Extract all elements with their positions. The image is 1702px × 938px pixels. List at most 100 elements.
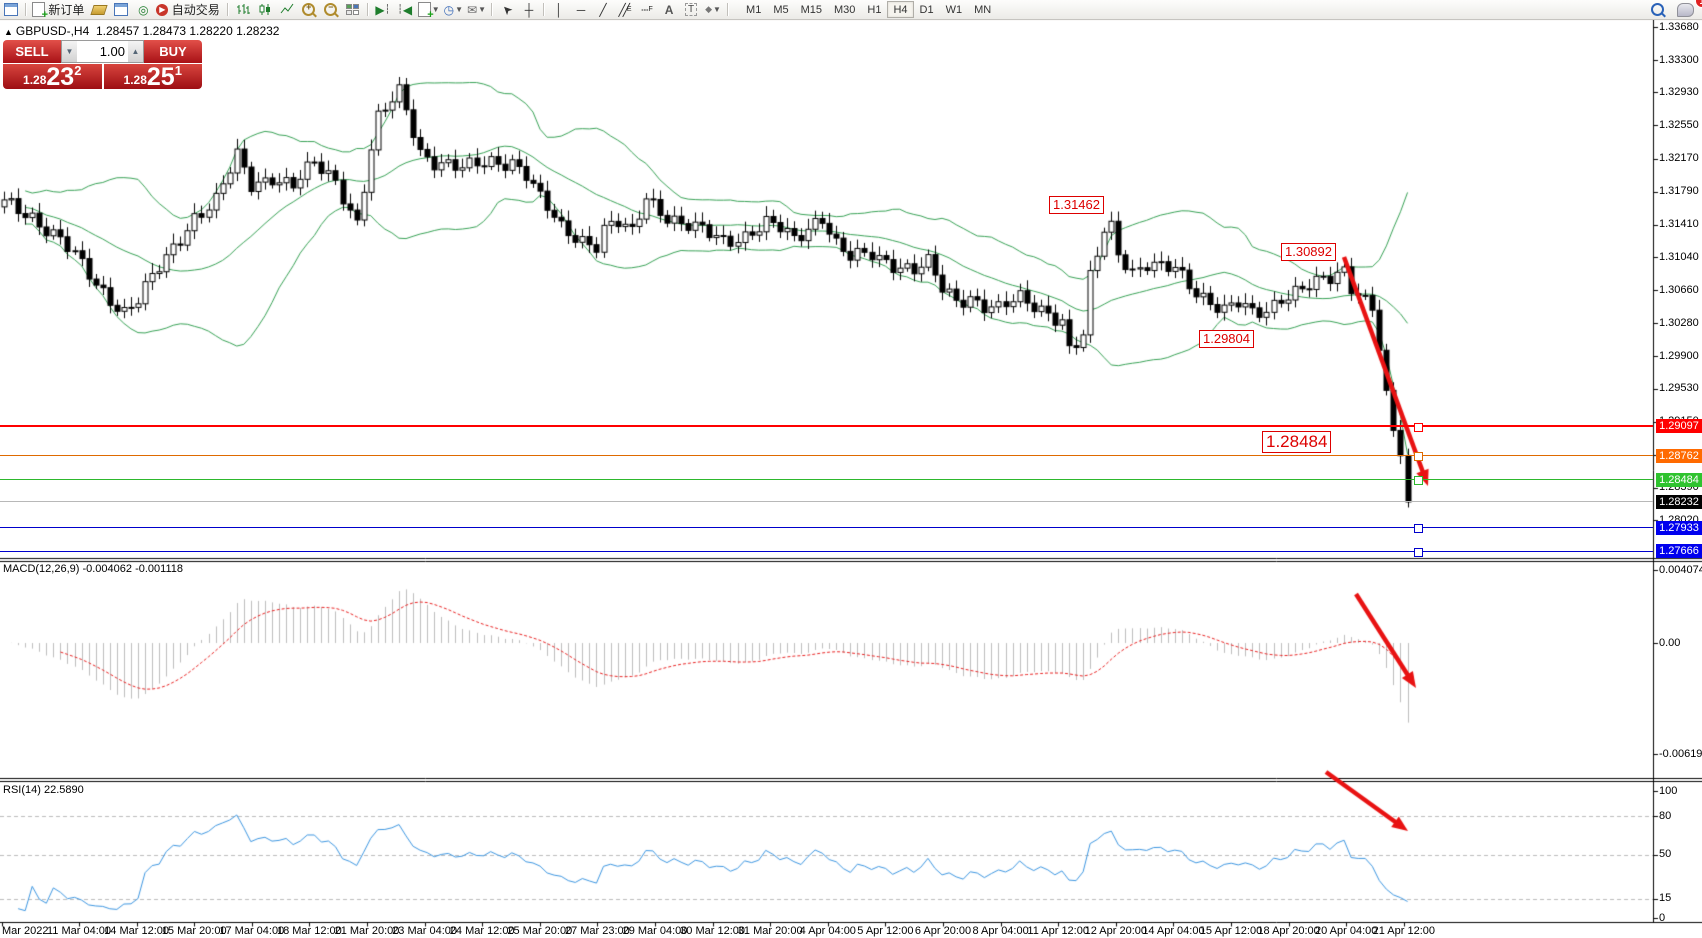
price-callout[interactable]: 1.29804 xyxy=(1199,330,1254,348)
price-tick-label: 1.31410 xyxy=(1659,218,1699,231)
time-tick-label: 12 Apr 20:00 xyxy=(1085,925,1147,937)
channel-tool-button[interactable]: ╱╱E xyxy=(614,1,636,18)
timeframe-m15[interactable]: M15 xyxy=(795,1,828,18)
periods-button[interactable]: ◷▼ xyxy=(442,1,465,18)
macd-axis-label: -0.00619 xyxy=(1659,748,1702,761)
notifications-button[interactable]: 1 xyxy=(1674,1,1696,18)
price-tick-label: 1.32170 xyxy=(1659,152,1699,165)
text-icon: A xyxy=(665,3,674,17)
price-line-1.27933[interactable] xyxy=(0,527,1653,528)
signals-button[interactable]: ◎ xyxy=(132,1,154,18)
chat-bubble-icon xyxy=(1677,3,1694,17)
auto-scroll-button[interactable]: ▶┆ xyxy=(372,1,394,18)
time-tick-label: 5 Apr 12:00 xyxy=(857,925,913,937)
zoom-out-button[interactable]: − xyxy=(320,1,342,18)
text-tool-button[interactable]: A xyxy=(658,1,680,18)
fibo-tool-button[interactable]: ┄F xyxy=(636,1,658,18)
price-line-1.29097[interactable] xyxy=(0,425,1653,427)
zoom-in-button[interactable]: + xyxy=(298,1,320,18)
candle-chart-icon xyxy=(258,3,272,16)
market-watch-button[interactable] xyxy=(110,1,132,18)
timeframe-h1[interactable]: H1 xyxy=(861,1,887,18)
timeframe-group: M1M5M15M30H1H4D1W1MN xyxy=(740,1,997,18)
chart-window-icon[interactable] xyxy=(0,1,22,18)
time-tick-label: 11 Mar 04:00 xyxy=(47,925,111,937)
hline-tool-button[interactable]: ─ xyxy=(570,1,592,18)
time-tick-label: 18 Apr 20:00 xyxy=(1257,925,1319,937)
sell-price-point: 2 xyxy=(74,64,81,77)
bar-chart-icon xyxy=(236,3,250,16)
price-tick-label: 1.31790 xyxy=(1659,185,1699,198)
eraser-button[interactable] xyxy=(88,1,110,18)
bar-chart-button[interactable] xyxy=(232,1,254,18)
line-anchor-handle[interactable] xyxy=(1414,476,1423,485)
volume-increase-button[interactable]: ▲ xyxy=(128,41,143,62)
sell-price-display[interactable]: 1.28232 xyxy=(3,64,102,89)
new-order-button[interactable]: 新订单 xyxy=(30,1,88,18)
timeframe-w1[interactable]: W1 xyxy=(940,1,969,18)
line-anchor-handle[interactable] xyxy=(1414,548,1423,557)
line-anchor-handle[interactable] xyxy=(1414,423,1423,432)
time-tick-label: 23 Mar 04:00 xyxy=(392,925,457,937)
cursor-tool-button[interactable]: ➤ xyxy=(496,1,518,18)
indicators-button[interactable]: ▼ xyxy=(416,1,442,18)
price-tick-label: 1.33300 xyxy=(1659,54,1699,67)
timeframe-d1[interactable]: D1 xyxy=(914,1,940,18)
timeframe-m5[interactable]: M5 xyxy=(767,1,794,18)
symbol-marker-icon: ▲ xyxy=(4,27,13,37)
timeframe-m1[interactable]: M1 xyxy=(740,1,767,18)
price-callout[interactable]: 1.30892 xyxy=(1281,243,1336,261)
line-chart-button[interactable] xyxy=(276,1,298,18)
price-line-1.28762[interactable] xyxy=(0,455,1653,456)
rsi-label: RSI(14) 22.5890 xyxy=(3,784,84,796)
buy-button[interactable]: BUY xyxy=(144,40,202,63)
chart-shift-button[interactable]: ┆◀ xyxy=(394,1,416,18)
tile-windows-button[interactable] xyxy=(342,1,364,18)
notification-badge: 1 xyxy=(1695,0,1702,8)
buy-price-prefix: 1.28 xyxy=(124,73,147,87)
price-callout[interactable]: 1.31462 xyxy=(1049,196,1104,214)
time-tick-label: 6 Apr 20:00 xyxy=(915,925,971,937)
price-tick-label: 1.30280 xyxy=(1659,317,1699,330)
price-line-1.28232[interactable] xyxy=(0,501,1653,502)
shapes-tool-button[interactable]: ◆▼ xyxy=(702,1,724,18)
timeframe-m30[interactable]: M30 xyxy=(828,1,861,18)
line-chart-icon xyxy=(280,3,294,16)
time-tick-label: 30 Mar 12:00 xyxy=(680,925,745,937)
time-tick-label: 15 Mar 20:00 xyxy=(162,925,227,937)
price-tick-label: 1.29900 xyxy=(1659,350,1699,363)
sell-button[interactable]: SELL xyxy=(3,40,61,63)
chart-canvas[interactable] xyxy=(0,0,1702,938)
tile-windows-icon xyxy=(346,4,359,15)
buy-price-display[interactable]: 1.28251 xyxy=(104,64,203,89)
chevron-down-icon: ▼ xyxy=(713,5,721,14)
label-tool-button[interactable]: T xyxy=(680,1,702,18)
line-anchor-handle[interactable] xyxy=(1414,524,1423,533)
volume-decrease-button[interactable]: ▼ xyxy=(62,41,77,62)
eraser-icon xyxy=(91,5,108,15)
autotrade-button[interactable]: ▶ 自动交易 xyxy=(154,1,223,18)
line-anchor-handle[interactable] xyxy=(1414,452,1423,461)
price-line-1.27666[interactable] xyxy=(0,551,1653,552)
timeframe-mn[interactable]: MN xyxy=(968,1,997,18)
vline-tool-button[interactable]: │ xyxy=(548,1,570,18)
window-icon xyxy=(114,3,128,16)
macd-axis-label: 0.004074 xyxy=(1659,564,1702,577)
volume-input[interactable] xyxy=(77,41,128,62)
candle-chart-button[interactable] xyxy=(254,1,276,18)
trendline-tool-button[interactable]: ╱ xyxy=(592,1,614,18)
ohlc-values: 1.28457 1.28473 1.28220 1.28232 xyxy=(96,24,280,38)
crosshair-tool-button[interactable]: ┼ xyxy=(518,1,540,18)
fibonacci-icon: ┄ xyxy=(641,3,648,17)
templates-button[interactable]: ✉▼ xyxy=(465,1,488,18)
time-tick-label: 4 Apr 04:00 xyxy=(800,925,856,937)
time-tick-label: 18 Mar 12:00 xyxy=(277,925,342,937)
toolbar-separator xyxy=(227,3,229,16)
price-line-1.28484[interactable] xyxy=(0,479,1653,480)
zoom-in-icon: + xyxy=(302,3,315,16)
time-tick-label: 15 Apr 12:00 xyxy=(1200,925,1262,937)
timeframe-h4[interactable]: H4 xyxy=(887,1,913,18)
search-button[interactable] xyxy=(1646,1,1668,18)
time-tick-label: 11 Apr 12:00 xyxy=(1027,925,1089,937)
price-callout[interactable]: 1.28484 xyxy=(1262,431,1331,453)
